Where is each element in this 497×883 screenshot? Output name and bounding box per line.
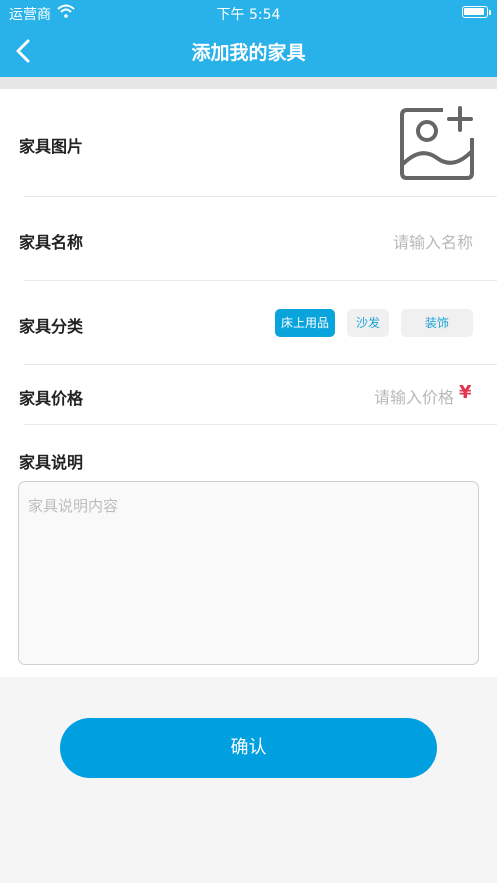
add-image-icon[interactable] bbox=[397, 102, 477, 182]
category-option-decor[interactable]: 装饰 bbox=[401, 309, 473, 337]
price-input[interactable]: 请输入价格 bbox=[330, 384, 454, 408]
header-separator bbox=[0, 77, 497, 89]
page-title: 添加我的家具 bbox=[191, 42, 306, 64]
description-textarea[interactable]: 家具说明内容 bbox=[18, 481, 479, 665]
photo-label: 家具图片 bbox=[19, 137, 84, 156]
status-bar: 运营商 下午 5:54 bbox=[0, 0, 497, 24]
category-option-sofa[interactable]: 沙发 bbox=[347, 309, 389, 337]
category-option-bedding[interactable]: 床上用品 bbox=[275, 309, 335, 337]
divider bbox=[24, 280, 497, 281]
confirm-button[interactable]: 确认 bbox=[60, 718, 437, 778]
navigation-bar: 运营商 下午 5:54 添加我的家具 bbox=[0, 0, 497, 77]
battery-icon bbox=[462, 6, 488, 18]
divider bbox=[24, 196, 497, 197]
description-placeholder: 家具说明内容 bbox=[28, 497, 119, 515]
divider bbox=[24, 424, 497, 425]
currency-symbol: ¥ bbox=[459, 382, 472, 403]
description-label: 家具说明 bbox=[19, 453, 84, 472]
battery-tip bbox=[489, 10, 491, 15]
clock-label: 下午 5:54 bbox=[216, 7, 281, 23]
name-label: 家具名称 bbox=[19, 233, 84, 252]
price-label: 家具价格 bbox=[19, 389, 84, 408]
divider bbox=[24, 364, 497, 365]
category-label: 家具分类 bbox=[19, 317, 84, 336]
name-input[interactable]: 请输入名称 bbox=[393, 229, 473, 253]
